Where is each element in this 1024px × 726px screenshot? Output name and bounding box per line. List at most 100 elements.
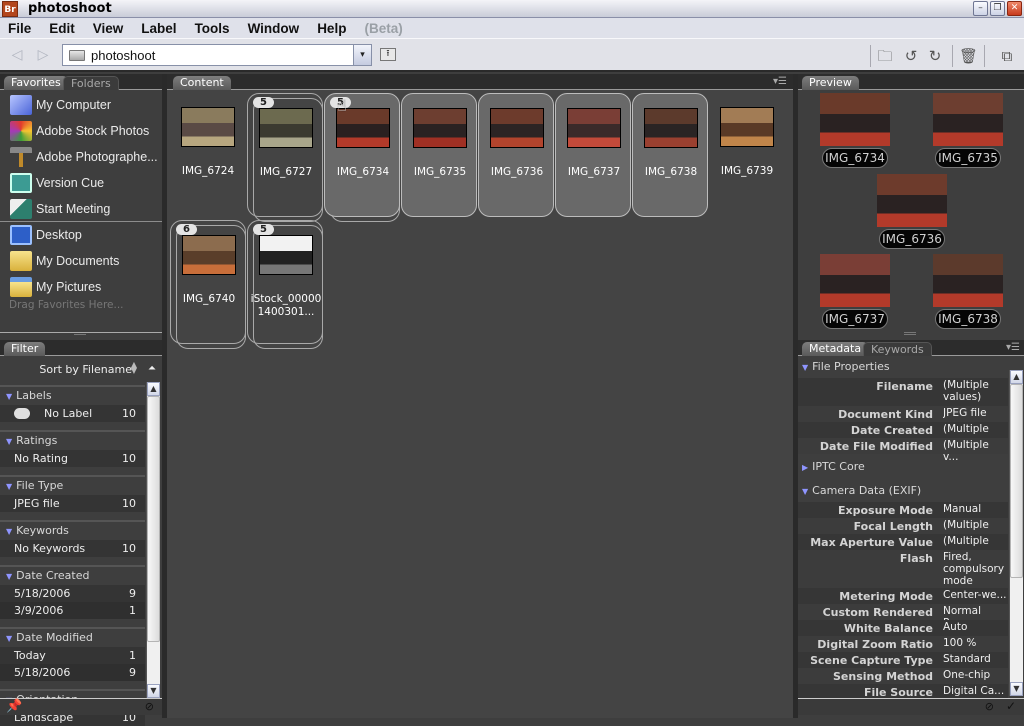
favorite-version-cue[interactable]: Version Cue	[0, 170, 162, 196]
tab-content[interactable]: Content	[173, 76, 231, 90]
metadata-row[interactable]: Date Created(Multiple v...	[798, 422, 1008, 447]
stack-thumbnail[interactable]: IMG_6734 5	[324, 93, 400, 217]
minimize-button[interactable]: –	[973, 1, 988, 16]
favorite-desktop[interactable]: Desktop	[0, 222, 162, 248]
metadata-row[interactable]: Custom RenderedNormal Pro...	[798, 604, 1008, 629]
delete-button[interactable]: 🗑	[959, 47, 978, 65]
rotate-left-button[interactable]: ↺	[902, 47, 920, 65]
stack-thumbnail[interactable]: IMG_6727 5	[247, 93, 323, 217]
path-dropdown-button[interactable]: ▾	[353, 45, 371, 65]
panel-menu-icon[interactable]: ▾☰	[1006, 342, 1020, 353]
metadata-scrollbar[interactable]: ▲ ▼	[1009, 370, 1023, 696]
favorite-my-pictures[interactable]: My Pictures	[0, 274, 162, 300]
favorite-my-computer[interactable]: My Computer	[0, 92, 162, 118]
menu-file[interactable]: File	[8, 21, 31, 36]
sort-control[interactable]: Sort by Filename ▲ ▼ ⏶	[0, 357, 162, 381]
metadata-section-header[interactable]: ▼ Camera Data (EXIF)	[798, 482, 1008, 500]
metadata-row[interactable]: Digital Zoom Ratio 100 %	[798, 636, 1008, 652]
favorite-start-meeting[interactable]: Start Meeting	[0, 196, 162, 222]
menu-label[interactable]: Label	[141, 21, 176, 36]
stack-count-badge[interactable]: 5	[253, 97, 274, 108]
thumbnail-item[interactable]: IMG_6724	[170, 93, 246, 217]
filter-section-header[interactable]: ▼ Keywords	[0, 520, 145, 540]
metadata-section-header[interactable]: ▼ File Properties	[798, 358, 1008, 376]
tab-keywords[interactable]: Keywords	[863, 342, 932, 356]
stack-count-badge[interactable]: 6	[176, 224, 197, 235]
panel-resize-grip[interactable]	[904, 332, 916, 335]
tab-preview[interactable]: Preview	[802, 76, 859, 90]
preview-image[interactable]	[933, 254, 1003, 307]
metadata-row[interactable]: Exposure Mode Manual	[798, 502, 1008, 518]
sort-order-icon[interactable]: ▲ ▼	[131, 361, 137, 375]
favorite-adobe-stock-photos[interactable]: Adobe Stock Photos	[0, 118, 162, 144]
thumbnail-item[interactable]: IMG_6738	[632, 93, 708, 217]
preview-image[interactable]	[877, 174, 947, 227]
filter-section-header[interactable]: ▼ Date Created	[0, 565, 145, 585]
go-up-button[interactable]: ⭱	[380, 48, 396, 61]
favorite-my-documents[interactable]: My Documents	[0, 248, 162, 274]
scroll-thumb[interactable]	[1010, 384, 1023, 578]
metadata-row[interactable]: Document Kind JPEG file	[798, 406, 1008, 422]
metadata-row[interactable]: Scene Capture Type Standard	[798, 652, 1008, 668]
tab-metadata[interactable]: Metadata	[802, 342, 869, 356]
back-button[interactable]: ◁	[8, 47, 26, 63]
close-button[interactable]: ✕	[1007, 1, 1022, 16]
scroll-down-button[interactable]: ▼	[147, 684, 160, 698]
metadata-section-header[interactable]: ▶ IPTC Core	[798, 458, 1008, 476]
tab-folders[interactable]: Folders	[63, 76, 119, 90]
stack-count-badge[interactable]: 5	[253, 224, 274, 235]
metadata-row[interactable]: Focal Length(Multiple v...	[798, 518, 1008, 543]
filter-section-header[interactable]: ▼ Date Modified	[0, 627, 145, 647]
filter-row[interactable]: JPEG file 10	[0, 495, 145, 512]
pin-icon[interactable]: 📌	[6, 699, 22, 714]
filter-section-header[interactable]: ▼ File Type	[0, 475, 145, 495]
scroll-up-button[interactable]: ▲	[1010, 370, 1023, 384]
filter-row[interactable]: No Rating 10	[0, 450, 145, 467]
filter-row[interactable]: 5/18/2006 9	[0, 664, 145, 681]
preview-image[interactable]	[933, 93, 1003, 146]
filter-row[interactable]: 3/9/2006 1	[0, 602, 145, 619]
scroll-thumb[interactable]	[147, 396, 160, 642]
new-folder-button[interactable]: 🗀	[876, 47, 894, 65]
filter-scrollbar[interactable]: ▲ ▼	[146, 382, 160, 698]
forward-button[interactable]: ▷	[34, 47, 52, 63]
ascending-icon[interactable]: ⏶	[148, 363, 156, 374]
restore-button[interactable]: ❐	[990, 1, 1005, 16]
clear-filter-icon[interactable]: ⊘	[145, 700, 154, 713]
compact-mode-button[interactable]: ⧉	[998, 47, 1016, 65]
cancel-edit-icon[interactable]: ⊘	[985, 700, 994, 713]
thumbnail-item[interactable]: IMG_6737	[555, 93, 631, 217]
favorite-adobe-photographers[interactable]: Adobe Photographe...	[0, 144, 162, 170]
metadata-row[interactable]: Filename (Multiple values)	[798, 378, 1008, 406]
panel-menu-icon[interactable]: ▾☰	[773, 76, 787, 87]
metadata-row[interactable]: Flash Fired, compulsory mode	[798, 550, 1008, 588]
menu-tools[interactable]: Tools	[195, 21, 230, 36]
filter-row[interactable]: Today 1	[0, 647, 145, 664]
scroll-down-button[interactable]: ▼	[1010, 682, 1023, 696]
menu-view[interactable]: View	[93, 21, 124, 36]
menu-help[interactable]: Help	[317, 21, 346, 36]
metadata-row[interactable]: Date File Modified (Multiple v...	[798, 438, 1008, 463]
tab-filter[interactable]: Filter	[4, 342, 46, 356]
preview-image[interactable]	[820, 254, 890, 307]
filter-row[interactable]: No Keywords 10	[0, 540, 145, 557]
menu-edit[interactable]: Edit	[49, 21, 75, 36]
path-dropdown[interactable]: photoshoot ▾	[62, 44, 372, 66]
preview-image[interactable]	[820, 93, 890, 146]
menu-window[interactable]: Window	[248, 21, 300, 36]
metadata-row[interactable]: Max Aperture Value(Multiple v...	[798, 534, 1008, 559]
metadata-row[interactable]: White Balance Auto	[798, 620, 1008, 636]
metadata-row[interactable]: Metering Mode Center-we...	[798, 588, 1008, 604]
filter-section-header[interactable]: ▼ Labels	[0, 385, 145, 405]
tab-favorites[interactable]: Favorites	[4, 76, 68, 90]
thumbnail-item[interactable]: IMG_6736	[478, 93, 554, 217]
metadata-row[interactable]: Sensing MethodOne-chip s...	[798, 668, 1008, 693]
apply-check-icon[interactable]: ✓	[1006, 699, 1016, 713]
filter-section-header[interactable]: ▼ Ratings	[0, 430, 145, 450]
thumbnail-item[interactable]: IMG_6735	[401, 93, 477, 217]
stack-thumbnail[interactable]: IMG_6740 6	[170, 220, 246, 344]
filter-row[interactable]: 5/18/2006 9	[0, 585, 145, 602]
stack-thumbnail[interactable]: iStock_00000 1400301... 5	[247, 220, 323, 344]
filter-row[interactable]: No Label 10	[0, 405, 145, 422]
rotate-right-button[interactable]: ↻	[926, 47, 944, 65]
